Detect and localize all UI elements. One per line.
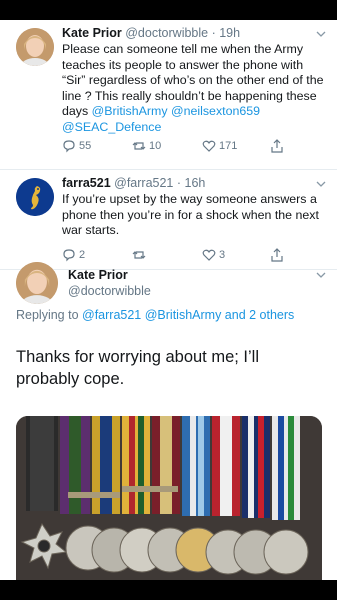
divider — [0, 169, 337, 170]
mention-link[interactable]: @SEAC_Defence — [62, 120, 161, 134]
tweet-header: Kate Prior @doctorwibble · 19h — [62, 26, 240, 40]
share-button[interactable] — [270, 248, 287, 262]
mention-link[interactable]: @BritishArmy — [92, 104, 168, 118]
like-icon — [202, 140, 216, 152]
display-name[interactable]: Kate Prior — [62, 26, 122, 40]
avatar[interactable] — [16, 262, 58, 304]
retweet-count: 10 — [149, 140, 162, 152]
share-icon — [271, 248, 283, 262]
reply-count: 2 — [79, 249, 86, 261]
tweet-thread-screen: Kate Prior @doctorwibble · 19h Please ca… — [0, 20, 337, 580]
share-icon — [271, 139, 283, 153]
retweet-icon — [132, 251, 146, 259]
share-button[interactable] — [270, 139, 287, 153]
chevron-down-icon[interactable] — [316, 179, 326, 189]
reply-button[interactable]: 2 — [62, 248, 85, 262]
reply-button[interactable]: 55 — [62, 139, 91, 153]
chevron-down-icon[interactable] — [316, 29, 326, 39]
display-name[interactable]: farra521 — [62, 176, 111, 190]
avatar[interactable] — [16, 28, 54, 66]
like-count: 3 — [219, 249, 226, 261]
mention-link[interactable]: @neilsexton659 — [171, 104, 260, 118]
tweet-actions: 2 3 — [62, 248, 322, 264]
user-handle[interactable]: @farra521 — [114, 176, 173, 190]
like-button[interactable]: 3 — [202, 248, 225, 262]
tweet-actions: 55 10 171 — [62, 139, 322, 155]
retweet-icon — [132, 142, 146, 150]
user-handle[interactable]: @doctorwibble — [125, 26, 208, 40]
main-tweet-text: Thanks for worrying about me; I’ll proba… — [16, 348, 260, 388]
retweet-button[interactable]: 10 — [132, 139, 161, 153]
like-count: 171 — [219, 140, 238, 152]
avatar[interactable] — [16, 178, 54, 216]
user-handle[interactable]: @doctorwibble — [68, 284, 151, 298]
like-icon — [202, 249, 216, 261]
timestamp[interactable]: · 19h — [212, 26, 241, 40]
reply-count: 55 — [79, 140, 92, 152]
display-name[interactable]: Kate Prior — [68, 268, 128, 282]
tweet-text: If you’re upset by the way someone answe… — [62, 192, 319, 237]
tweet-text: Please can someone tell me when the Army… — [62, 42, 324, 134]
tweet-header: farra521 @farra521 · 16h — [62, 176, 205, 190]
replying-to: Replying to @farra521 @BritishArmy and 2… — [16, 308, 295, 322]
reply-icon — [63, 140, 75, 153]
chevron-down-icon[interactable] — [316, 270, 326, 280]
medals-photo[interactable] — [16, 416, 322, 580]
main-tweet-name[interactable]: Kate Prior — [68, 268, 128, 282]
replying-to-users-link[interactable]: @farra521 @BritishArmy and 2 others — [82, 308, 294, 322]
reply-icon — [63, 249, 75, 262]
timestamp[interactable]: · 16h — [177, 176, 206, 190]
retweet-button[interactable] — [132, 248, 149, 262]
like-button[interactable]: 171 — [202, 139, 237, 153]
